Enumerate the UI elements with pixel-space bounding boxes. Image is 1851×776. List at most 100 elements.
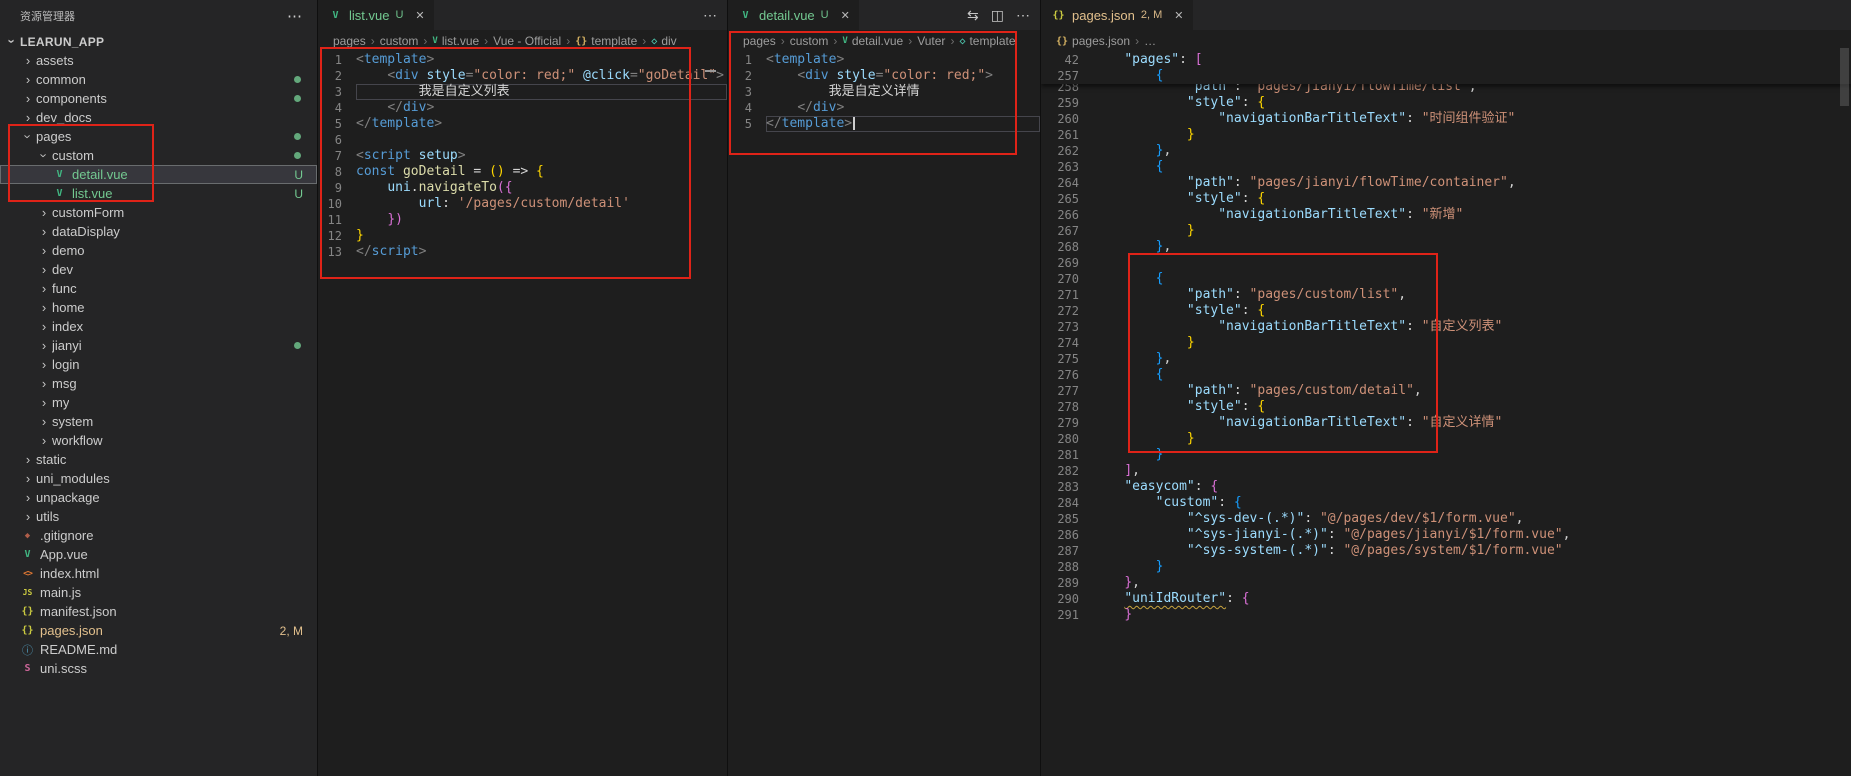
tree-folder-system[interactable]: ›system [0,412,317,431]
tree-folder-assets[interactable]: ›assets [0,51,317,70]
code-line[interactable]: 284 "custom": { [1041,495,1851,511]
tree-folder-common[interactable]: ›common [0,70,317,89]
tree-file-manifest.json[interactable]: {}manifest.json [0,602,317,621]
code-line[interactable]: 1<template> [318,52,727,68]
code-line[interactable]: 10 url: '/pages/custom/detail' [318,196,727,212]
code-line[interactable]: 276 { [1041,367,1851,383]
breadcrumb-item[interactable]: Vuter [917,34,945,48]
breadcrumb-item[interactable]: custom [380,34,419,48]
split-editor-icon[interactable]: ◫ [991,8,1004,22]
code-line[interactable]: 266 "navigationBarTitleText": "新增" [1041,207,1851,223]
code-line[interactable]: 258 "path": "pages/jianyi/flowTime/list"… [1041,84,1851,95]
breadcrumb-item[interactable]: custom [790,34,829,48]
code-line[interactable]: 274 } [1041,335,1851,351]
tree-file-readme.md[interactable]: ⓘREADME.md [0,640,317,659]
code-line[interactable]: 260 "navigationBarTitleText": "时间组件验证" [1041,111,1851,127]
code-line[interactable]: 6 [318,132,727,148]
code-line[interactable]: 5</template> [318,116,727,132]
code-editor-detail[interactable]: 1<template>2 <div style="color: red;">3 … [728,52,1040,776]
tree-folder-workflow[interactable]: ›workflow [0,431,317,450]
tree-file-index.html[interactable]: <>index.html [0,564,317,583]
tree-folder-jianyi[interactable]: ›jianyi [0,336,317,355]
tree-folder-my[interactable]: ›my [0,393,317,412]
code-line[interactable]: 280 } [1041,431,1851,447]
breadcrumb-item[interactable]: pages [333,34,366,48]
code-line[interactable]: 5</template> [728,116,1040,132]
code-line[interactable]: 263 { [1041,159,1851,175]
scrollbar-thumb[interactable] [1840,48,1849,106]
breadcrumb-item[interactable]: Vue - Official [493,34,561,48]
tab-pages-json[interactable]: {} pages.json 2, M ✕ [1041,0,1194,30]
code-line[interactable]: 4 </div> [728,100,1040,116]
more-actions-icon[interactable]: ⋯ [703,8,717,22]
code-line[interactable]: 4 </div> [318,100,727,116]
code-line[interactable]: 11 }) [318,212,727,228]
breadcrumb-item[interactable]: … [1144,34,1156,48]
tree-folder-login[interactable]: ›login [0,355,317,374]
close-icon[interactable]: ✕ [415,9,424,22]
code-line[interactable]: 2 <div style="color: red;"> [728,68,1040,84]
tree-file-list.vue[interactable]: Vlist.vueU [0,184,317,203]
tree-folder-utils[interactable]: ›utils [0,507,317,526]
code-line[interactable]: 262 }, [1041,143,1851,159]
code-line[interactable]: 275 }, [1041,351,1851,367]
tree-file-uni.scss[interactable]: Suni.scss [0,659,317,678]
tree-file-main.js[interactable]: JSmain.js [0,583,317,602]
code-line[interactable]: 268 }, [1041,239,1851,255]
code-line[interactable]: 289 }, [1041,575,1851,591]
tree-folder-index[interactable]: ›index [0,317,317,336]
breadcrumb-item[interactable]: template [969,34,1015,48]
code-line[interactable]: 273 "navigationBarTitleText": "自定义列表" [1041,319,1851,335]
code-line[interactable]: 12} [318,228,727,244]
code-line[interactable]: 287 "^sys-system-(.*)": "@/pages/system/… [1041,543,1851,559]
tree-folder-demo[interactable]: ›demo [0,241,317,260]
code-line[interactable]: 264 "path": "pages/jianyi/flowTime/conta… [1041,175,1851,191]
tree-folder-static[interactable]: ›static [0,450,317,469]
code-line[interactable]: 42 "pages": [ [1041,52,1851,68]
close-icon[interactable]: ✕ [1174,9,1183,22]
code-line[interactable]: 3 我是自定义详情 [728,84,1040,100]
code-line[interactable]: 257 { [1041,68,1851,84]
tree-folder-customform[interactable]: ›customForm [0,203,317,222]
tree-folder-uni_modules[interactable]: ›uni_modules [0,469,317,488]
close-icon[interactable]: ✕ [841,9,850,22]
code-line[interactable]: 261 } [1041,127,1851,143]
code-line[interactable]: 7<script setup> [318,148,727,164]
tree-folder-dev[interactable]: ›dev [0,260,317,279]
code-line[interactable]: 2 <div style="color: red;" @click="goDet… [318,68,727,84]
code-line[interactable]: 285 "^sys-dev-(.*)": "@/pages/dev/$1/for… [1041,511,1851,527]
tree-folder-home[interactable]: ›home [0,298,317,317]
tree-file-detail.vue[interactable]: Vdetail.vueU [0,165,317,184]
code-line[interactable]: 272 "style": { [1041,303,1851,319]
tree-folder-unpackage[interactable]: ›unpackage [0,488,317,507]
tree-folder-datadisplay[interactable]: ›dataDisplay [0,222,317,241]
code-line[interactable]: 288 } [1041,559,1851,575]
code-line[interactable]: 291 } [1041,607,1851,623]
tab-list-vue[interactable]: V list.vue U ✕ [318,0,435,30]
breadcrumb-item[interactable]: list.vue [442,34,479,48]
code-line[interactable]: 282 ], [1041,463,1851,479]
tab-detail-vue[interactable]: V detail.vue U ✕ [728,0,860,30]
code-line[interactable]: 8const goDetail = () => { [318,164,727,180]
code-editor-list[interactable]: 1<template>2 <div style="color: red;" @c… [318,52,727,776]
code-line[interactable]: 271 "path": "pages/custom/list", [1041,287,1851,303]
code-line[interactable]: 9 uni.navigateTo({ [318,180,727,196]
tree-folder-custom[interactable]: ›custom [0,146,317,165]
tree-root-learun-app[interactable]: › LEARUN_APP [0,32,317,51]
code-line[interactable]: 283 "easycom": { [1041,479,1851,495]
breadcrumb-item[interactable]: pages.json [1072,34,1130,48]
tree-file-app.vue[interactable]: VApp.vue [0,545,317,564]
tree-folder-msg[interactable]: ›msg [0,374,317,393]
code-line[interactable]: 270 { [1041,271,1851,287]
code-line[interactable]: 267 } [1041,223,1851,239]
tree-folder-dev_docs[interactable]: ›dev_docs [0,108,317,127]
tree-folder-components[interactable]: ›components [0,89,317,108]
breadcrumb-item[interactable]: template [591,34,637,48]
open-changes-icon[interactable]: ⇆ [967,8,979,22]
tree-folder-func[interactable]: ›func [0,279,317,298]
code-line[interactable]: 286 "^sys-jianyi-(.*)": "@/pages/jianyi/… [1041,527,1851,543]
code-line[interactable]: 277 "path": "pages/custom/detail", [1041,383,1851,399]
code-line[interactable]: 265 "style": { [1041,191,1851,207]
more-actions-icon[interactable]: ⋯ [1016,8,1030,22]
tree-folder-pages[interactable]: ›pages [0,127,317,146]
